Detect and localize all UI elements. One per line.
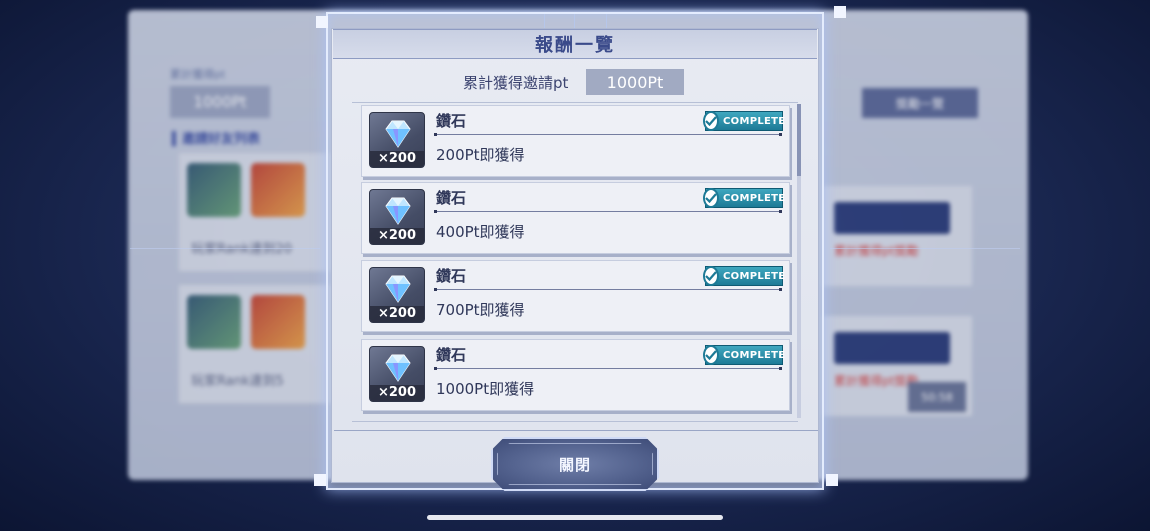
complete-badge: COMPLETE (703, 188, 786, 208)
corner-deco (826, 474, 838, 486)
complete-label: COMPLETE (723, 270, 786, 282)
reward-condition: 1000Pt即獲得 (436, 380, 535, 398)
complete-label: COMPLETE (723, 192, 786, 204)
background-pt-value: 1000Pt (170, 86, 270, 118)
background-friend-card: 玩家Rank達到5 (178, 284, 338, 404)
background-friend-card: 玩家Rank達到20 (178, 152, 338, 272)
background-right-button (834, 202, 950, 234)
check-circle-icon (703, 111, 719, 131)
reward-divider (434, 288, 782, 291)
accumulated-pt-label: 累計獲得邀請pt (463, 74, 569, 92)
reward-name: 鑽石 (436, 112, 467, 130)
side-deco-line-right (830, 248, 1020, 249)
check-circle-icon (703, 345, 719, 365)
accumulated-pt-row: 累計獲得邀請pt 1000Pt (333, 68, 817, 96)
corner-deco (314, 474, 326, 486)
background-friend-icon (187, 295, 241, 349)
corner-deco (316, 16, 328, 28)
complete-badge: COMPLETE (703, 111, 786, 131)
complete-label: COMPLETE (723, 349, 786, 361)
complete-label: COMPLETE (723, 115, 786, 127)
background-red-text: 累計獲得pt獎勵 (834, 244, 919, 258)
background-reward-list-button: 獎勵一覽 (862, 88, 978, 118)
check-circle-icon (703, 188, 719, 208)
reward-condition: 700Pt即獲得 (436, 301, 525, 319)
accumulated-pt-value: 1000Pt (586, 69, 684, 95)
check-circle-icon (703, 266, 719, 286)
background-friend-icon (187, 163, 241, 217)
reward-item: ×200 鑽石 COMPLETE 400Pt即獲得 (361, 182, 790, 254)
reward-item: ×200 鑽石 COMPLETE 1000Pt即獲得 (361, 339, 790, 411)
background-friend-icon (251, 295, 305, 349)
reward-quantity: ×200 (370, 151, 424, 167)
reward-condition: 200Pt即獲得 (436, 146, 525, 164)
reward-name: 鑽石 (436, 189, 467, 207)
modal-title: 報酬一覽 (535, 35, 615, 56)
reward-list-scroll-thumb[interactable] (797, 104, 801, 176)
reward-item: ×200 鑽石 COMPLETE 200Pt即獲得 (361, 105, 790, 177)
background-red-text: 累計獲得pt獎勵 (834, 374, 919, 388)
background-friend-icon (251, 163, 305, 217)
reward-item: ×200 鑽石 COMPLETE 700Pt即獲得 (361, 260, 790, 332)
reward-divider (434, 210, 782, 213)
diamond-icon: ×200 (369, 189, 425, 245)
close-button[interactable]: 關閉 (491, 437, 659, 491)
diamond-icon: ×200 (369, 267, 425, 323)
reward-name: 鑽石 (436, 346, 467, 364)
close-button-label: 關閉 (558, 455, 591, 474)
background-pt-label: 累計獲得pt (170, 68, 226, 81)
reward-divider (434, 367, 782, 370)
side-deco-line-left (130, 248, 320, 249)
background-right-button (834, 332, 950, 364)
reward-condition: 400Pt即獲得 (436, 223, 525, 241)
reward-quantity: ×200 (370, 385, 424, 401)
reward-name: 鑽石 (436, 267, 467, 285)
corner-deco (834, 6, 846, 18)
modal-title-bar: 報酬一覽 (333, 29, 817, 59)
diamond-icon: ×200 (369, 346, 425, 402)
background-right-card: 累計獲得pt獎勵 (822, 186, 972, 286)
reward-quantity: ×200 (370, 228, 424, 244)
diamond-icon: ×200 (369, 112, 425, 168)
modal-bottom-divider (334, 430, 818, 431)
background-section-title: ▍邀請好友列表 (172, 132, 260, 147)
background-card-text: 玩家Rank達到5 (191, 374, 284, 389)
background-time: 50:58 (908, 382, 966, 412)
reward-quantity: ×200 (370, 306, 424, 322)
reward-divider (434, 133, 782, 136)
complete-badge: COMPLETE (703, 345, 786, 365)
complete-badge: COMPLETE (703, 266, 786, 286)
home-indicator[interactable] (427, 515, 723, 520)
